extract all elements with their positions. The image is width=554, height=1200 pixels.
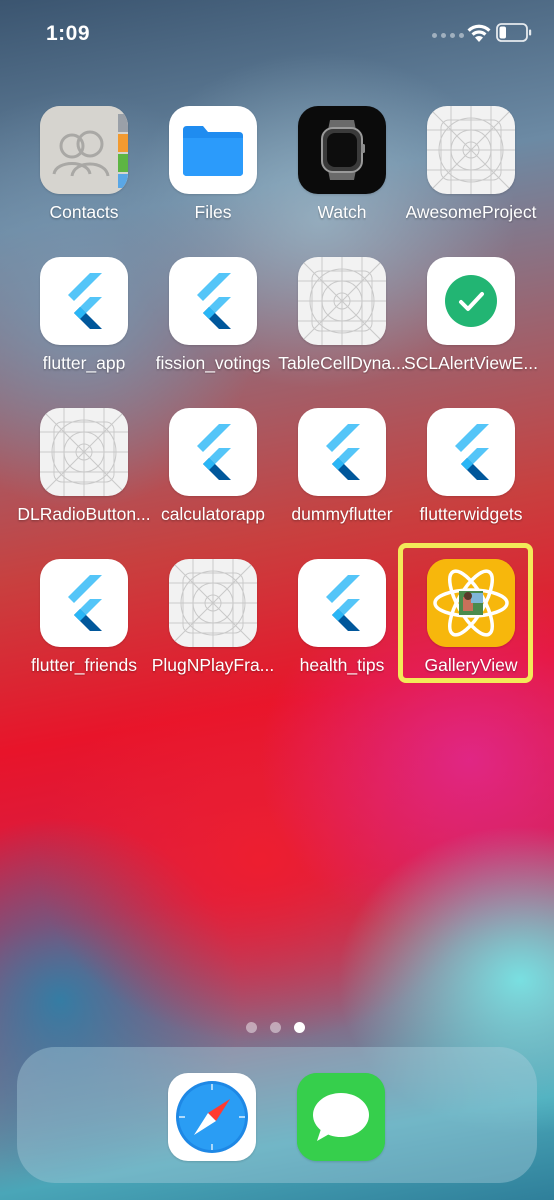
app-label: flutter_app <box>42 353 126 373</box>
app-flutterwidgets[interactable]: flutterwidgets <box>406 408 536 548</box>
status-time: 1:09 <box>46 22 91 45</box>
app-label: PlugNPlayFra... <box>151 655 275 675</box>
placeholder-app-icon <box>298 257 386 345</box>
app-files[interactable]: Files <box>148 106 278 246</box>
app-contacts[interactable]: Contacts <box>19 106 149 246</box>
flutter-icon <box>298 408 386 496</box>
app-label: dummyflutter <box>291 504 393 524</box>
flutter-icon <box>40 559 128 647</box>
placeholder-app-icon <box>427 106 515 194</box>
app-label: fission_votings <box>155 353 271 373</box>
cellular-signal-icon <box>432 33 466 39</box>
wifi-icon <box>467 24 491 42</box>
app-label: Contacts <box>49 202 119 222</box>
page-indicator[interactable] <box>246 1022 310 1034</box>
app-label: calculatorapp <box>160 504 266 524</box>
app-flutter-app[interactable]: flutter_app <box>19 257 149 397</box>
app-label: Files <box>194 202 232 222</box>
app-dlradiobutton[interactable]: DLRadioButton... <box>17 408 151 548</box>
page-dot-active[interactable] <box>294 1022 305 1033</box>
dock <box>17 1047 537 1183</box>
app-label: health_tips <box>299 655 385 675</box>
app-dummyflutter[interactable]: dummyflutter <box>277 408 407 548</box>
app-label: SCLAlertViewE... <box>404 353 538 373</box>
placeholder-app-icon <box>40 408 128 496</box>
watch-icon <box>298 106 386 194</box>
app-label: flutter_friends <box>30 655 138 675</box>
placeholder-app-icon <box>169 559 257 647</box>
messages-icon[interactable] <box>297 1073 385 1161</box>
app-label: AwesomeProject <box>405 202 537 222</box>
app-sclalertview[interactable]: SCLAlertViewE... <box>404 257 538 397</box>
app-flutter-friends[interactable]: flutter_friends <box>19 559 149 699</box>
home-screen: 1:09 Contacts Files Watch AwesomeProject… <box>0 0 554 1200</box>
flutter-icon <box>169 257 257 345</box>
app-health-tips[interactable]: health_tips <box>277 559 407 699</box>
app-label: flutterwidgets <box>419 504 523 524</box>
flutter-icon <box>298 559 386 647</box>
safari-icon[interactable] <box>168 1073 256 1161</box>
app-awesomeproject[interactable]: AwesomeProject <box>405 106 537 246</box>
battery-icon <box>496 23 532 42</box>
flutter-icon <box>169 408 257 496</box>
app-fission-votings[interactable]: fission_votings <box>148 257 278 397</box>
flutter-icon <box>427 408 515 496</box>
app-label: TableCellDyna... <box>278 353 406 373</box>
app-tablecelldyna[interactable]: TableCellDyna... <box>277 257 407 397</box>
app-label: Watch <box>317 202 367 222</box>
checkmark-icon <box>427 257 515 345</box>
app-label: DLRadioButton... <box>17 504 151 524</box>
page-dot[interactable] <box>270 1022 281 1033</box>
contacts-icon <box>40 106 128 194</box>
files-icon <box>169 106 257 194</box>
page-dot[interactable] <box>246 1022 257 1033</box>
highlight-annotation <box>398 543 533 683</box>
app-watch[interactable]: Watch <box>277 106 407 246</box>
flutter-icon <box>40 257 128 345</box>
app-plugnplay[interactable]: PlugNPlayFra... <box>148 559 278 699</box>
app-calculatorapp[interactable]: calculatorapp <box>148 408 278 548</box>
